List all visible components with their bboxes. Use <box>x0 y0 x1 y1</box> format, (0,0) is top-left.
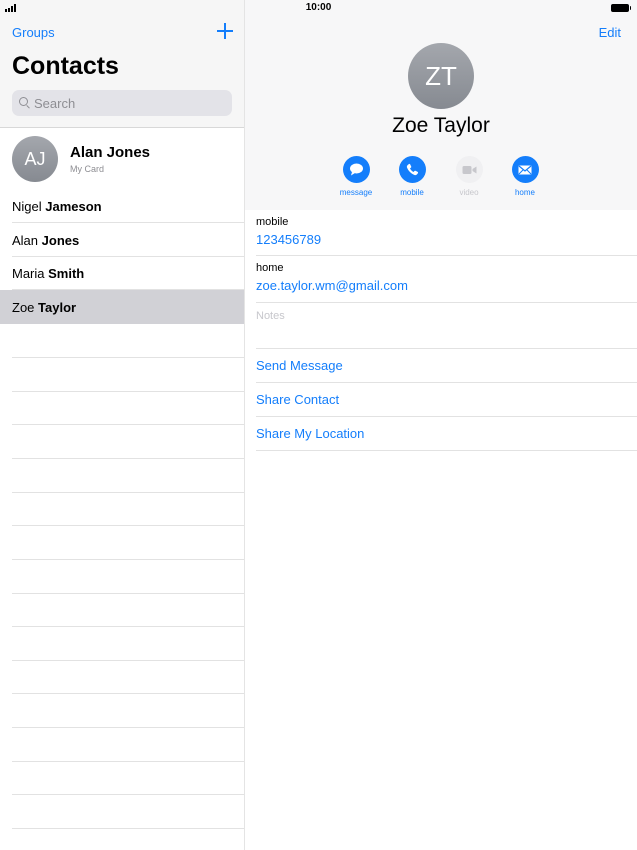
status-time: 10:00 <box>305 2 332 13</box>
video-action-button[interactable]: video <box>444 156 494 197</box>
my-card-name: Alan Jones <box>70 144 151 161</box>
share-contact-link[interactable]: Share Contact <box>256 392 339 407</box>
action-label: home <box>514 188 535 197</box>
empty-row-divider <box>12 593 244 594</box>
email-link[interactable]: zoe.taylor.wm@gmail.com <box>256 278 637 293</box>
contacts-list-pane: Groups Contacts AJ Alan Jones My Card Ni… <box>0 0 244 850</box>
field-label: mobile <box>256 216 289 228</box>
contact-row-nigel-jameson[interactable]: Nigel Jameson <box>0 189 244 223</box>
empty-row-divider <box>12 761 244 762</box>
contact-name: Zoe Taylor <box>392 114 490 137</box>
empty-row-divider <box>12 727 244 728</box>
empty-row-divider <box>12 660 244 661</box>
avatar: AJ <box>12 136 58 182</box>
search-icon <box>19 97 28 106</box>
field-label: home <box>256 262 284 274</box>
contact-first-name: Nigel <box>12 199 42 214</box>
empty-row-divider <box>12 391 244 392</box>
contact-row-zoe-taylor[interactable]: Zoe Taylor <box>0 290 244 324</box>
field-divider <box>256 382 637 383</box>
empty-row-divider <box>12 693 244 694</box>
field-divider <box>256 255 637 256</box>
contact-header: Edit ZT Zoe Taylor message mobile video <box>245 0 637 210</box>
action-label: video <box>459 188 479 197</box>
edit-button[interactable]: Edit <box>599 25 621 40</box>
contact-detail-pane: Edit ZT Zoe Taylor message mobile video <box>245 0 637 850</box>
contact-last-name: Taylor <box>38 300 77 315</box>
action-label: message <box>339 188 373 197</box>
avatar: ZT <box>408 43 474 109</box>
page-title: Contacts <box>12 52 119 80</box>
contact-row-alan-jones[interactable]: Alan Jones <box>0 223 244 257</box>
add-contact-icon[interactable] <box>216 22 234 40</box>
status-bar: 10:00 <box>0 0 637 16</box>
send-message-link[interactable]: Send Message <box>256 358 343 373</box>
empty-row-divider <box>12 626 244 627</box>
field-divider <box>256 348 637 349</box>
mail-icon <box>511 156 539 183</box>
message-action-button[interactable]: message <box>331 156 381 197</box>
contact-first-name: Maria <box>12 266 45 281</box>
phone-icon <box>398 156 426 183</box>
phone-number-link[interactable]: 123456789 <box>256 232 637 247</box>
my-card-subtitle: My Card <box>70 164 105 174</box>
contacts-header: Groups Contacts <box>0 0 244 128</box>
contact-row-maria-smith[interactable]: Maria Smith <box>0 256 244 290</box>
empty-row-divider <box>12 525 244 526</box>
groups-button[interactable]: Groups <box>12 25 55 40</box>
contact-last-name: Jameson <box>45 199 102 214</box>
field-divider <box>256 302 637 303</box>
field-divider <box>256 450 637 451</box>
message-icon <box>342 156 370 183</box>
contact-last-name: Jones <box>41 233 80 248</box>
empty-row-divider <box>12 424 244 425</box>
email-field: home zoe.taylor.wm@gmail.com <box>256 262 637 293</box>
battery-icon <box>611 4 631 12</box>
empty-row-divider <box>12 458 244 459</box>
empty-row-divider <box>12 828 244 829</box>
search-input[interactable] <box>34 94 224 112</box>
contact-first-name: Alan <box>12 233 39 248</box>
video-icon <box>455 156 483 183</box>
share-location-link[interactable]: Share My Location <box>256 426 364 441</box>
phone-field: mobile 123456789 <box>256 216 637 247</box>
my-card[interactable]: AJ Alan Jones My Card <box>0 129 244 191</box>
empty-row-divider <box>12 357 244 358</box>
contact-first-name: Zoe <box>12 300 35 315</box>
call-action-button[interactable]: mobile <box>387 156 437 197</box>
search-bar[interactable] <box>12 90 232 116</box>
field-divider <box>256 416 637 417</box>
mail-action-button[interactable]: home <box>500 156 550 197</box>
empty-row-divider <box>12 559 244 560</box>
action-label: mobile <box>400 188 424 197</box>
notes-field[interactable]: Notes <box>256 310 285 322</box>
contacts-app: 10:00 Groups Contacts AJ Alan Jones My C… <box>0 0 637 850</box>
contact-last-name: Smith <box>48 266 85 281</box>
empty-row-divider <box>12 492 244 493</box>
empty-row-divider <box>12 794 244 795</box>
